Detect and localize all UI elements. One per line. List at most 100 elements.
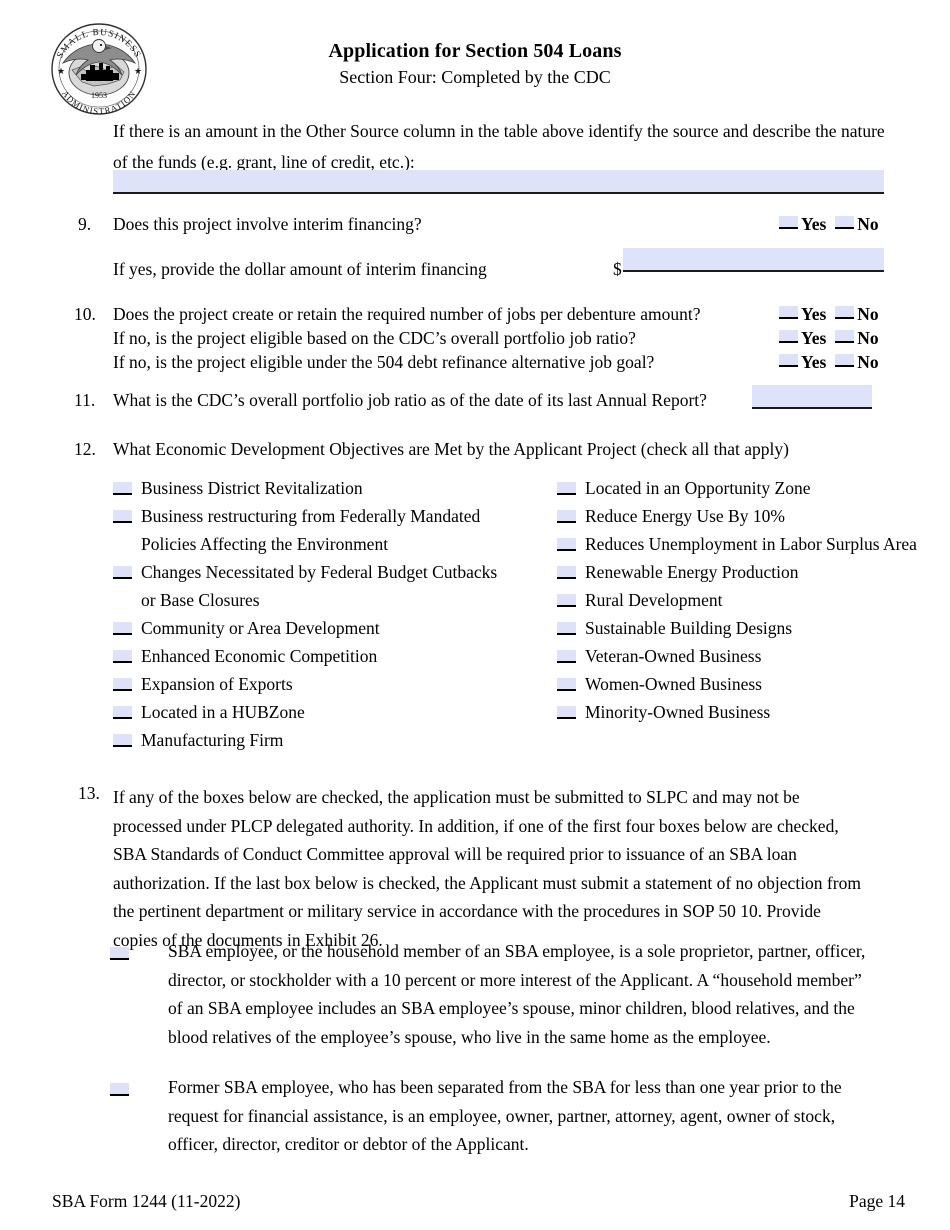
option-enhanced-economic-competition[interactable]: Enhanced Economic Competition bbox=[113, 642, 513, 670]
option-minority-owned-business[interactable]: Minority-Owned Business bbox=[557, 698, 917, 726]
question-9-yes-no-group: Yes No bbox=[779, 214, 879, 235]
question-10-line-1-no-label: No bbox=[857, 304, 879, 324]
option-label: Located in an Opportunity Zone bbox=[585, 478, 811, 498]
option-sba-employee-interest[interactable]: SBA employee, or the household member of… bbox=[0, 937, 950, 1051]
option-label: Veteran-Owned Business bbox=[585, 646, 762, 666]
checkbox-icon[interactable] bbox=[113, 678, 132, 691]
checkbox-icon[interactable] bbox=[557, 706, 576, 719]
question-10-line-1-yes-no-group: Yes No bbox=[779, 304, 879, 325]
option-label: Enhanced Economic Competition bbox=[141, 646, 378, 666]
option-manufacturing-firm[interactable]: Manufacturing Firm bbox=[113, 726, 513, 754]
question-12-right-column: Located in an Opportunity Zone Reduce En… bbox=[557, 474, 917, 726]
option-label: Business District Revitalization bbox=[141, 478, 363, 498]
option-located-in-hubzone[interactable]: Located in a HUBZone bbox=[113, 698, 513, 726]
form-identifier: SBA Form 1244 (11-2022) bbox=[52, 1191, 241, 1211]
option-reduces-unemployment-labor-surplus[interactable]: Reduces Unemployment in Labor Surplus Ar… bbox=[557, 530, 917, 558]
question-10-line-1: Does the project create or retain the re… bbox=[113, 304, 701, 324]
option-label: Renewable Energy Production bbox=[585, 562, 799, 582]
question-10-line-2-yes-no-group: Yes No bbox=[779, 328, 879, 349]
question-9-number: 9. bbox=[78, 214, 92, 234]
question-9-no-checkbox[interactable] bbox=[835, 216, 855, 229]
question-10-line-1-no-checkbox[interactable] bbox=[835, 306, 855, 319]
option-label: Sustainable Building Designs bbox=[585, 618, 793, 638]
question-12-left-column: Business District Revitalization Busines… bbox=[113, 474, 513, 754]
option-reduce-energy-use[interactable]: Reduce Energy Use By 10% bbox=[557, 502, 917, 530]
checkbox-icon[interactable] bbox=[557, 482, 576, 495]
option-changes-federal-budget-cutbacks[interactable]: Changes Necessitated by Federal Budget C… bbox=[113, 558, 513, 614]
form-page: ★ ★ SMALL BUSINESS ADMINISTRATION 1953 A… bbox=[0, 0, 950, 1230]
checkbox-icon[interactable] bbox=[113, 510, 132, 523]
other-source-description-input[interactable] bbox=[113, 170, 884, 194]
question-12-text: What Economic Development Objectives are… bbox=[113, 439, 789, 459]
option-label: Minority-Owned Business bbox=[585, 702, 771, 722]
question-9-no-label: No bbox=[857, 214, 879, 234]
intro-paragraph: If there is an amount in the Other Sourc… bbox=[113, 121, 885, 172]
question-13-text: If any of the boxes below are checked, t… bbox=[113, 787, 861, 950]
option-label: Manufacturing Firm bbox=[141, 730, 284, 750]
title-block: Application for Section 504 Loans Sectio… bbox=[0, 38, 950, 90]
checkbox-icon[interactable] bbox=[557, 650, 576, 663]
question-10-number: 10. bbox=[74, 304, 96, 324]
option-label: Changes Necessitated by Federal Budget C… bbox=[141, 562, 498, 610]
question-10-line-2-yes-checkbox[interactable] bbox=[779, 330, 798, 343]
checkbox-icon[interactable] bbox=[113, 706, 132, 719]
question-10-line-2-yes-label: Yes bbox=[801, 328, 827, 348]
option-label: SBA employee, or the household member of… bbox=[168, 941, 866, 1047]
option-former-sba-employee[interactable]: Former SBA employee, who has been separa… bbox=[0, 1073, 950, 1159]
page-footer: SBA Form 1244 (11-2022) Page 14 bbox=[52, 1191, 905, 1212]
question-10-line-3-no-checkbox[interactable] bbox=[835, 354, 855, 367]
question-13-options: SBA employee, or the household member of… bbox=[0, 937, 950, 1181]
portfolio-job-ratio-input[interactable] bbox=[752, 385, 872, 409]
page-header: ★ ★ SMALL BUSINESS ADMINISTRATION 1953 A… bbox=[0, 0, 950, 118]
question-10-line-2-no-label: No bbox=[857, 328, 879, 348]
page-number: Page 14 bbox=[849, 1191, 905, 1211]
checkbox-icon[interactable] bbox=[113, 622, 132, 635]
checkbox-icon[interactable] bbox=[110, 1083, 129, 1096]
question-10-line-3-yes-no-group: Yes No bbox=[779, 352, 879, 373]
option-label: Located in a HUBZone bbox=[141, 702, 305, 722]
option-label: Former SBA employee, who has been separa… bbox=[168, 1077, 842, 1154]
option-business-restructuring-federally-mandated[interactable]: Business restructuring from Federally Ma… bbox=[113, 502, 513, 558]
seal-year: 1953 bbox=[91, 91, 107, 100]
option-community-area-development[interactable]: Community or Area Development bbox=[113, 614, 513, 642]
option-veteran-owned-business[interactable]: Veteran-Owned Business bbox=[557, 642, 917, 670]
question-10-line-1-yes-checkbox[interactable] bbox=[779, 306, 798, 319]
option-label: Women-Owned Business bbox=[585, 674, 762, 694]
checkbox-icon[interactable] bbox=[557, 538, 576, 551]
question-9-followup-text: If yes, provide the dollar amount of int… bbox=[113, 259, 487, 279]
checkbox-icon[interactable] bbox=[557, 510, 576, 523]
option-sustainable-building-designs[interactable]: Sustainable Building Designs bbox=[557, 614, 917, 642]
option-label: Rural Development bbox=[585, 590, 723, 610]
option-label: Expansion of Exports bbox=[141, 674, 293, 694]
interim-financing-amount-input[interactable] bbox=[623, 248, 884, 272]
checkbox-icon[interactable] bbox=[557, 594, 576, 607]
option-renewable-energy-production[interactable]: Renewable Energy Production bbox=[557, 558, 917, 586]
question-10-line-3-yes-checkbox[interactable] bbox=[779, 354, 798, 367]
checkbox-icon[interactable] bbox=[110, 947, 129, 960]
question-11-text: What is the CDC’s overall portfolio job … bbox=[113, 390, 707, 410]
question-10-line-3-yes-label: Yes bbox=[801, 352, 827, 372]
option-business-district-revitalization[interactable]: Business District Revitalization bbox=[113, 474, 513, 502]
checkbox-icon[interactable] bbox=[557, 678, 576, 691]
question-12-number: 12. bbox=[74, 439, 96, 459]
option-expansion-of-exports[interactable]: Expansion of Exports bbox=[113, 670, 513, 698]
checkbox-icon[interactable] bbox=[113, 650, 132, 663]
option-located-opportunity-zone[interactable]: Located in an Opportunity Zone bbox=[557, 474, 917, 502]
question-10-line-1-yes-label: Yes bbox=[801, 304, 827, 324]
option-label: Community or Area Development bbox=[141, 618, 380, 638]
question-9-yes-checkbox[interactable] bbox=[779, 216, 798, 229]
option-label: Reduce Energy Use By 10% bbox=[585, 506, 785, 526]
page-title: Application for Section 504 Loans bbox=[328, 40, 622, 62]
checkbox-icon[interactable] bbox=[113, 734, 132, 747]
checkbox-icon[interactable] bbox=[557, 622, 576, 635]
option-women-owned-business[interactable]: Women-Owned Business bbox=[557, 670, 917, 698]
option-label: Business restructuring from Federally Ma… bbox=[141, 506, 481, 554]
question-10-line-3-no-label: No bbox=[857, 352, 879, 372]
option-label: Reduces Unemployment in Labor Surplus Ar… bbox=[585, 534, 917, 554]
checkbox-icon[interactable] bbox=[113, 566, 132, 579]
question-10-line-2-no-checkbox[interactable] bbox=[835, 330, 855, 343]
currency-symbol: $ bbox=[613, 259, 622, 279]
checkbox-icon[interactable] bbox=[113, 482, 132, 495]
checkbox-icon[interactable] bbox=[557, 566, 576, 579]
option-rural-development[interactable]: Rural Development bbox=[557, 586, 917, 614]
